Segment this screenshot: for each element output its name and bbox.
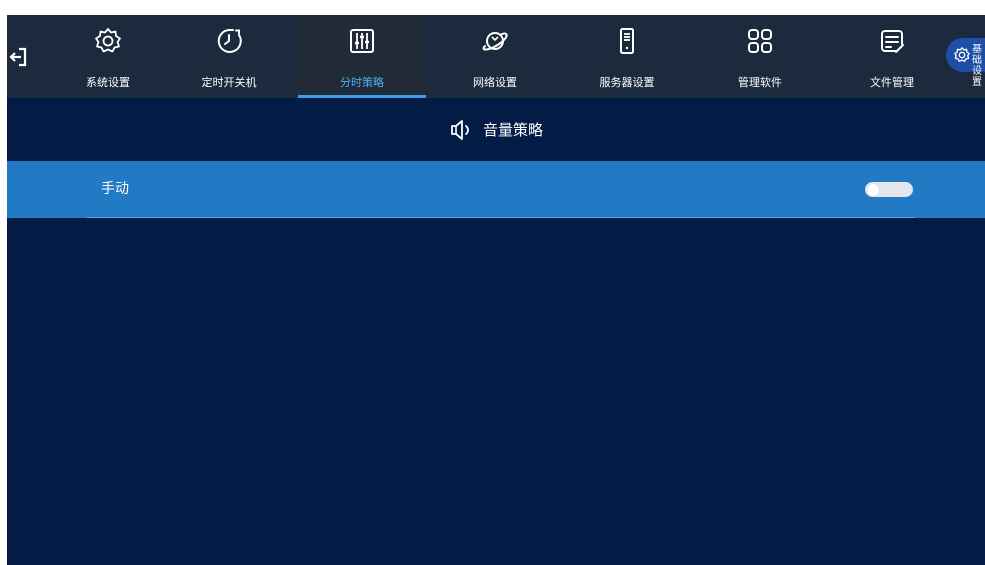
tab-label: 网络设置 — [473, 76, 517, 89]
tab-network-settings[interactable]: 网络设置 — [431, 15, 559, 98]
section-title: 音量策略 — [482, 121, 543, 139]
globe-orbit-icon — [482, 32, 508, 51]
tab-label: 定时开关机 — [201, 76, 257, 89]
volume-strategy-header: 音量策略 — [7, 98, 985, 161]
speaker-icon — [451, 119, 469, 140]
gear-icon — [95, 28, 121, 53]
basic-settings-label: 基础设置 — [972, 44, 982, 88]
tab-label: 系统设置 — [86, 76, 130, 89]
tab-file-management[interactable]: 文件管理 — [828, 15, 956, 98]
tab-management-software[interactable]: 管理软件 — [696, 15, 824, 98]
server-tower-icon — [620, 28, 634, 54]
toggle-knob — [867, 183, 879, 196]
clock-timer-icon — [217, 29, 242, 53]
top-navigation-bar: 系统设置 定时开关机 分时策略 网络设置 服务器设置 管理软件 文件管理 基础设… — [7, 15, 985, 98]
logout-arrow-icon — [9, 47, 27, 67]
row-divider — [87, 217, 915, 218]
row-label: 手动 — [101, 181, 129, 197]
tab-label: 文件管理 — [870, 76, 914, 89]
manual-toggle[interactable] — [865, 182, 913, 197]
app-grid-icon — [748, 29, 772, 53]
app-screen: 系统设置 定时开关机 分时策略 网络设置 服务器设置 管理软件 文件管理 基础设… — [7, 15, 985, 565]
tab-label: 分时策略 — [340, 76, 384, 89]
basic-settings-button[interactable]: 基础设置 — [946, 38, 985, 88]
tab-time-sharing-strategy[interactable]: 分时策略 — [298, 15, 426, 98]
sliders-icon — [350, 29, 374, 53]
gear-icon — [954, 47, 970, 62]
list-item-manual[interactable]: 手动 — [7, 161, 985, 218]
tab-scheduled-power[interactable]: 定时开关机 — [165, 15, 293, 98]
exit-button[interactable] — [7, 43, 31, 71]
tab-system-settings[interactable]: 系统设置 — [44, 15, 172, 98]
tab-label: 管理软件 — [738, 76, 782, 89]
document-edit-icon — [881, 30, 904, 53]
tab-label: 服务器设置 — [599, 76, 655, 89]
tab-server-settings[interactable]: 服务器设置 — [563, 15, 691, 98]
